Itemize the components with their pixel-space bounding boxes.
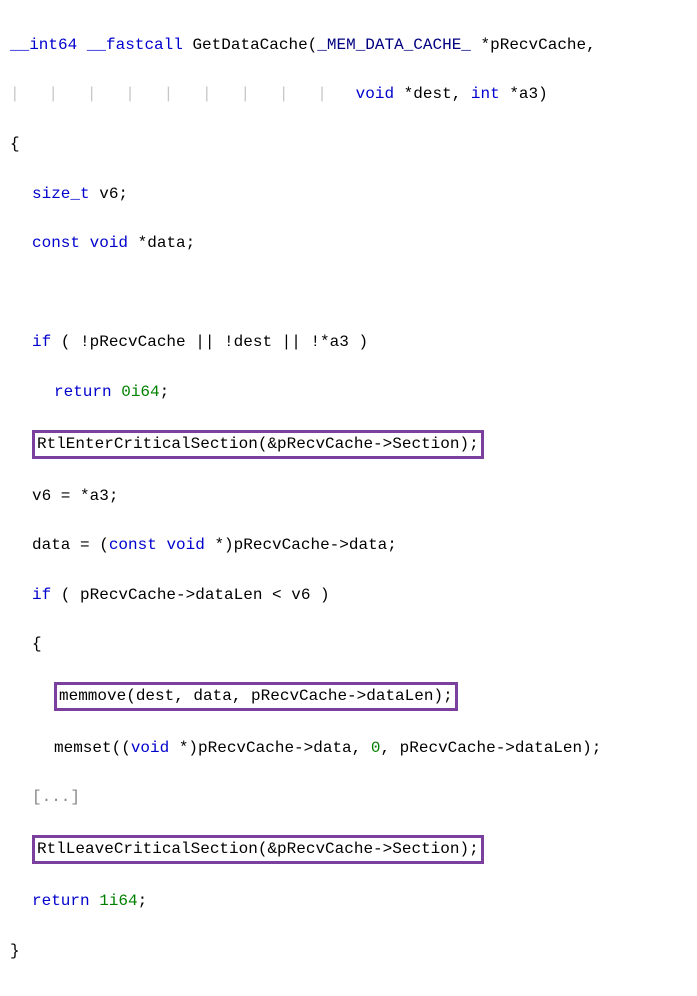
code-line: if ( !pRecvCache || !dest || !*a3 ) bbox=[10, 330, 687, 355]
highlight-box: memmove(dest, data, pRecvCache->dataLen)… bbox=[54, 682, 458, 711]
kw-return: return bbox=[54, 383, 112, 401]
semi: ; bbox=[160, 383, 170, 401]
statement: v6 = *a3; bbox=[32, 487, 118, 505]
code-line: { bbox=[10, 132, 687, 157]
semi: ; bbox=[138, 892, 148, 910]
code-line: return 1i64; bbox=[10, 889, 687, 914]
code-line: memmove(dest, data, pRecvCache->dataLen)… bbox=[10, 682, 687, 711]
close-brace: } bbox=[10, 942, 20, 960]
param-name: *a3 bbox=[509, 85, 538, 103]
param-type: int bbox=[471, 85, 500, 103]
kw-if: if bbox=[32, 333, 51, 351]
type-kw: size_t bbox=[32, 185, 90, 203]
code-line: v6 = *a3; bbox=[10, 484, 687, 509]
kw-const: const bbox=[32, 234, 80, 252]
code-line: if ( pRecvCache->dataLen < v6 ) bbox=[10, 583, 687, 608]
function-name: GetDataCache bbox=[192, 36, 307, 54]
if-condition: ( !pRecvCache || !dest || !*a3 ) bbox=[51, 333, 368, 351]
code-line: const void *data; bbox=[10, 231, 687, 256]
code-line: return 0i64; bbox=[10, 380, 687, 405]
semi: ; bbox=[186, 234, 196, 252]
highlight-box: RtlEnterCriticalSection(&pRecvCache->Sec… bbox=[32, 430, 484, 459]
open-brace: { bbox=[10, 135, 20, 153]
align-pipes: | | | | | | | | | bbox=[10, 85, 356, 103]
code-line: | | | | | | | | | void *dest, int *a3) bbox=[10, 82, 687, 107]
ellipsis: [...] bbox=[32, 788, 80, 806]
param-name: *dest bbox=[404, 85, 452, 103]
var-name: v6 bbox=[99, 185, 118, 203]
highlight-box: RtlLeaveCriticalSection(&pRecvCache->Sec… bbox=[32, 835, 484, 864]
code-line: data = (const void *)pRecvCache->data; bbox=[10, 533, 687, 558]
kw-void: void bbox=[166, 536, 204, 554]
param-name: *pRecvCache bbox=[481, 36, 587, 54]
param-type: _MEM_DATA_CACHE_ bbox=[317, 36, 471, 54]
code-line: RtlEnterCriticalSection(&pRecvCache->Sec… bbox=[10, 430, 687, 459]
text: data = ( bbox=[32, 536, 109, 554]
code-line: RtlLeaveCriticalSection(&pRecvCache->Sec… bbox=[10, 835, 687, 864]
param-type: void bbox=[356, 85, 394, 103]
kw-void: void bbox=[131, 739, 169, 757]
code-line: memset((void *)pRecvCache->data, 0, pRec… bbox=[10, 736, 687, 761]
literal: 0 bbox=[371, 739, 381, 757]
kw-if: if bbox=[32, 586, 51, 604]
open-brace: { bbox=[32, 635, 42, 653]
literal: 1i64 bbox=[99, 892, 137, 910]
return-type: __int64 bbox=[10, 36, 77, 54]
fn-call: memmove(dest, data, pRecvCache->dataLen)… bbox=[59, 687, 453, 705]
kw-return: return bbox=[32, 892, 90, 910]
text: *)pRecvCache->data; bbox=[205, 536, 397, 554]
code-line: size_t v6; bbox=[10, 182, 687, 207]
code-line: { bbox=[10, 632, 687, 657]
var-name: *data bbox=[138, 234, 186, 252]
fn-call: RtlLeaveCriticalSection(&pRecvCache->Sec… bbox=[37, 840, 479, 858]
kw-const: const bbox=[109, 536, 157, 554]
code-block: __int64 __fastcall GetDataCache(_MEM_DAT… bbox=[10, 8, 687, 988]
code-line: } bbox=[10, 939, 687, 964]
text: memset(( bbox=[54, 739, 131, 757]
calling-convention: __fastcall bbox=[87, 36, 183, 54]
blank-line bbox=[10, 281, 687, 306]
code-line: __int64 __fastcall GetDataCache(_MEM_DAT… bbox=[10, 33, 687, 58]
semi: ; bbox=[118, 185, 128, 203]
literal: 0i64 bbox=[121, 383, 159, 401]
text: *)pRecvCache->data, bbox=[169, 739, 371, 757]
fn-call: RtlEnterCriticalSection(&pRecvCache->Sec… bbox=[37, 435, 479, 453]
if-condition: ( pRecvCache->dataLen < v6 ) bbox=[51, 586, 329, 604]
code-line: [...] bbox=[10, 785, 687, 810]
kw-void: void bbox=[90, 234, 128, 252]
text: , pRecvCache->dataLen); bbox=[380, 739, 601, 757]
